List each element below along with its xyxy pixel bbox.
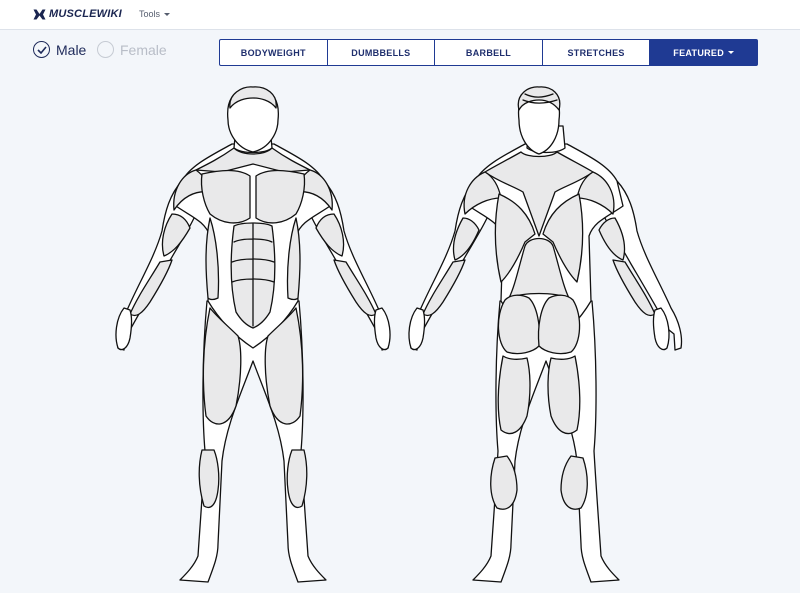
muscle-glutes-left[interactable] [497,294,541,355]
muscle-glutes-right[interactable] [537,294,581,355]
tab-featured[interactable]: FEATURED [650,40,757,65]
gender-male-label: Male [56,41,87,58]
tools-label: Tools [139,9,161,19]
back-left-hand [408,307,426,351]
tab-bodyweight[interactable]: BODYWEIGHT [220,40,328,65]
tools-menu[interactable]: Tools [139,9,171,19]
body-front [110,86,400,586]
tab-label: DUMBBELLS [351,47,411,58]
equipment-tabs: BODYWEIGHT DUMBBELLS BARBELL STRETCHES F… [219,39,758,66]
top-nav: MUSCLEWIKI Tools [0,0,800,30]
tab-label: BODYWEIGHT [240,47,306,58]
gender-female-label: Female [120,41,167,58]
tab-label: FEATURED [673,47,725,58]
muscle-calves-back-right[interactable] [560,455,588,510]
tab-stretches[interactable]: STRETCHES [543,40,651,65]
gender-male-option[interactable]: Male [33,41,86,58]
body-back [403,86,693,586]
muscle-hamstrings-left[interactable] [497,355,531,435]
radio-male[interactable] [33,41,50,58]
front-left-hand [115,307,133,351]
chevron-down-icon [164,12,171,16]
tab-label: STRETCHES [567,47,625,58]
front-right-hand [373,307,391,351]
chevron-down-icon [728,51,735,54]
check-icon [36,45,47,54]
muscle-logo-icon [33,9,46,19]
gender-female-option[interactable]: Female [97,41,167,58]
muscle-calves-right[interactable] [286,449,308,509]
radio-female[interactable] [97,41,114,58]
tab-barbell[interactable]: BARBELL [435,40,543,65]
brand-logo[interactable]: MUSCLEWIKI [33,8,122,20]
tab-label: BARBELL [465,47,512,58]
tab-dumbbells[interactable]: DUMBBELLS [328,40,436,65]
brand-name: MUSCLEWIKI [49,8,122,20]
muscle-hamstrings-right[interactable] [547,355,581,435]
muscle-calves-left[interactable] [198,449,220,509]
